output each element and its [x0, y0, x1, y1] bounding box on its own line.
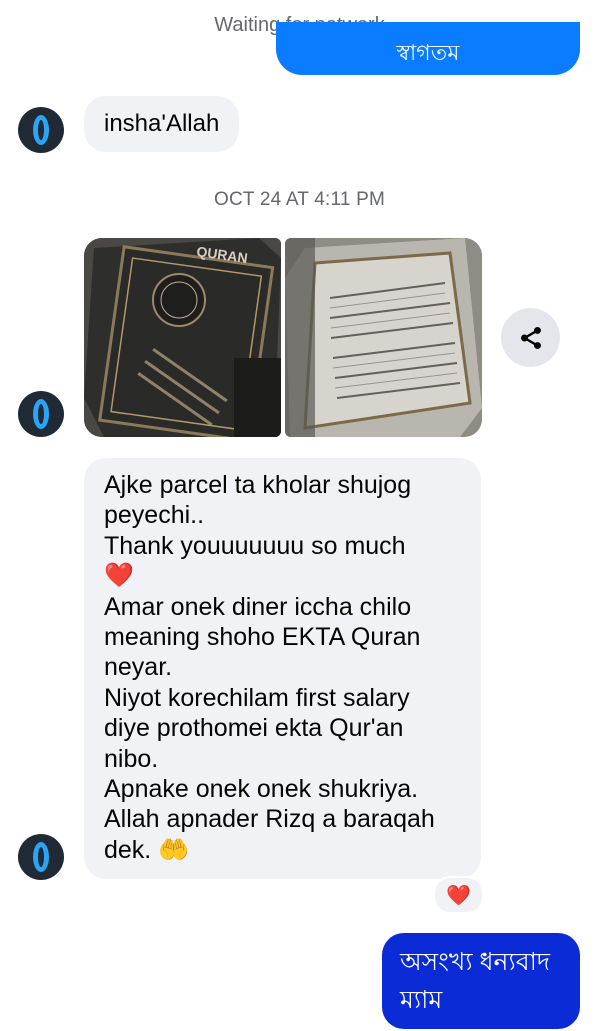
incoming-message-text: insha'Allah [104, 110, 220, 137]
incoming-message-bubble[interactable]: Ajke parcel ta kholar shujog peyechi.. T… [84, 458, 481, 879]
photo-attachment-quran-cover[interactable]: QURAN [84, 238, 281, 437]
avatar-logo-icon [33, 115, 49, 145]
message-line: Allah apnader Rizq a baraqah [104, 805, 435, 834]
incoming-message-bubble[interactable]: insha'Allah [84, 96, 240, 152]
message-line: nibo. [104, 744, 159, 773]
message-line: Thank youuuuuuu so much [104, 531, 406, 560]
share-icon [520, 326, 541, 349]
contact-avatar[interactable] [18, 834, 64, 880]
message-line: diye prothomei ekta Qur'an [104, 714, 404, 743]
message-reaction-heart[interactable]: ❤️ [433, 876, 484, 914]
message-line: peyechi.. [104, 501, 205, 530]
outgoing-message-text: স্বাগতম [396, 40, 460, 65]
message-timestamp: OCT 24 AT 4:11 PM [214, 189, 385, 210]
avatar-logo-icon [33, 399, 49, 429]
contact-avatar[interactable] [18, 107, 64, 153]
message-line: Niyot korechilam first salary [104, 683, 410, 712]
outgoing-message-bubble-partial[interactable]: স্বাগতম [276, 22, 580, 75]
outgoing-message-bubble[interactable]: অসংখ্য ধন্যবাদ ম্যাম [382, 933, 580, 1029]
message-line: Ajke parcel ta kholar shujog [104, 471, 412, 499]
message-line: neyar. [104, 653, 173, 682]
outgoing-message-line: অসংখ্য ধন্যবাদ [400, 948, 551, 976]
contact-avatar[interactable] [18, 391, 64, 437]
outgoing-message-line: ম্যাম [400, 986, 443, 1014]
photo-attachment-quran-page[interactable] [285, 238, 482, 437]
message-line: Amar onek diner iccha chilo [104, 592, 412, 621]
message-line: meaning shoho EKTA Quran [104, 623, 421, 652]
heart-emoji: ❤️ [104, 562, 134, 590]
share-button[interactable] [501, 308, 560, 367]
avatar-logo-icon [33, 842, 49, 872]
heart-icon: ❤️ [446, 884, 471, 907]
message-line: Apnake onek onek shukriya. [104, 775, 419, 804]
message-line: dek. 🤲 [104, 835, 190, 864]
